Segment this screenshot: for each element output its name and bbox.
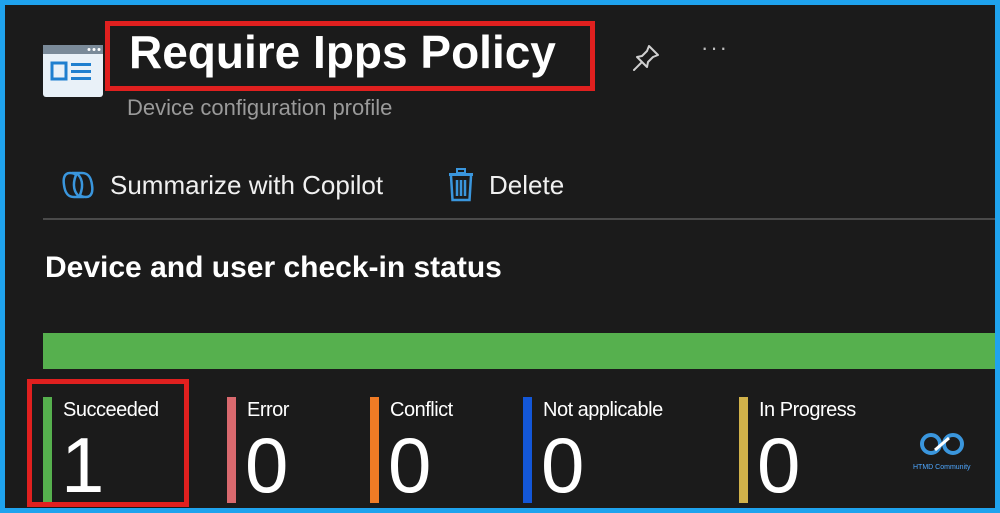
trash-icon	[449, 168, 473, 202]
watermark-text: HTMD Community	[913, 464, 971, 471]
pin-icon[interactable]	[631, 43, 661, 73]
succeeded-fill	[43, 333, 995, 369]
blade-panel: Require Ipps Policy ··· Device configura…	[5, 5, 995, 508]
error-color-bar	[227, 397, 236, 503]
summarize-label: Summarize with Copilot	[110, 169, 384, 200]
not-applicable-color-bar	[523, 397, 532, 503]
toolbar-divider	[43, 218, 995, 220]
in-progress-color-bar	[739, 397, 748, 503]
conflict-color-bar	[370, 397, 379, 503]
more-icon[interactable]: ···	[701, 35, 729, 61]
page-title: Require Ipps Policy	[129, 26, 556, 78]
stat-label: In Progress	[759, 399, 856, 421]
stat-value: 0	[245, 421, 289, 508]
delete-button[interactable]: Delete	[447, 165, 564, 205]
succeeded-highlight-box	[27, 379, 189, 507]
htmd-watermark: HTMD Community	[913, 431, 971, 471]
copilot-icon	[62, 171, 94, 199]
stat-value: 0	[541, 421, 585, 508]
delete-label: Delete	[489, 169, 565, 200]
stat-label: Not applicable	[543, 399, 663, 421]
section-title: Device and user check-in status	[45, 251, 502, 284]
profile-document-icon	[43, 45, 103, 97]
stat-value: 0	[757, 421, 801, 508]
stat-label: Error	[247, 399, 289, 421]
checkin-status-bar[interactable]	[43, 333, 995, 369]
page-subtitle: Device configuration profile	[127, 95, 393, 120]
stat-value: 0	[388, 421, 432, 508]
summarize-copilot-button[interactable]: Summarize with Copilot	[60, 165, 383, 205]
htmd-logo-icon	[919, 433, 964, 455]
stat-label: Conflict	[390, 399, 453, 421]
